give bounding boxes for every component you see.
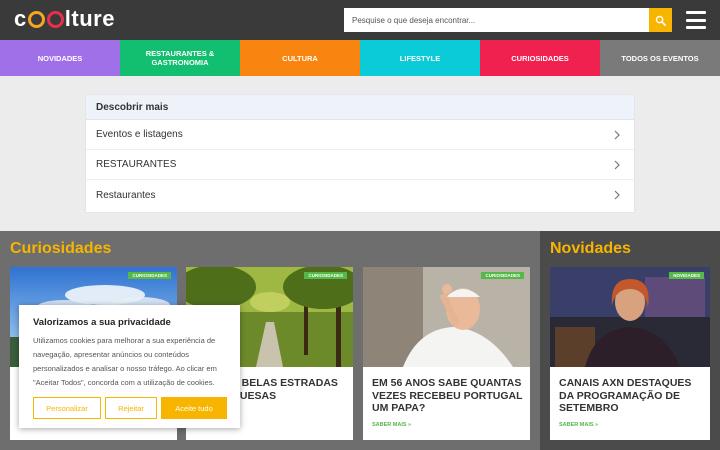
article-image bbox=[550, 267, 710, 367]
logo-prefix: c bbox=[14, 6, 27, 31]
read-more-link[interactable]: SABER MAIS » bbox=[559, 422, 598, 428]
category-badge[interactable]: CURIOSIDADES bbox=[481, 272, 524, 279]
cookie-text: Utilizamos cookies para melhorar a sua e… bbox=[33, 336, 217, 387]
menu-bar bbox=[686, 18, 706, 22]
discover-more-panel: Descobrir mais Eventos e listagens RESTA… bbox=[85, 94, 635, 213]
nav-item-curiosidades[interactable]: CURIOSIDADES bbox=[480, 40, 600, 76]
cookie-title: Valorizamos a sua privacidade bbox=[33, 317, 171, 328]
article-title[interactable]: EM 56 ANOS SABE QUANTAS VEZES RECEBEU PO… bbox=[372, 377, 524, 415]
category-nav: NOVIDADES RESTAURANTES & GASTRONOMIA CUL… bbox=[0, 40, 720, 76]
nav-item-lifestyle[interactable]: LIFESTYLE bbox=[360, 40, 480, 76]
site-header: c lture bbox=[0, 0, 720, 40]
chevron-right-icon bbox=[614, 130, 620, 139]
logo-suffix: lture bbox=[64, 6, 115, 31]
cookie-consent-banner: Valorizamos a sua privacidade Utilizamos… bbox=[19, 305, 240, 428]
discover-item-eventos[interactable]: Eventos e listagens bbox=[86, 120, 634, 150]
article-card[interactable]: NOVIDADES CANAIS AXN DESTAQUES DA PROGRA… bbox=[550, 267, 710, 440]
menu-bar bbox=[686, 26, 706, 29]
category-badge[interactable]: CURIOSIDADES bbox=[128, 272, 171, 279]
discover-item-label: Restaurantes bbox=[96, 189, 156, 201]
article-title[interactable]: CANAIS AXN DESTAQUES DA PROGRAMAÇÃO DE S… bbox=[559, 377, 707, 415]
hamburger-menu-icon[interactable] bbox=[686, 11, 706, 29]
cookie-buttons: Personalizar Rejeitar Aceite tudo bbox=[33, 397, 227, 419]
nav-item-todos-os-eventos[interactable]: TODOS OS EVENTOS bbox=[600, 40, 720, 76]
search-input[interactable] bbox=[344, 8, 649, 32]
customize-cookies-button[interactable]: Personalizar bbox=[33, 397, 101, 419]
discover-more-title: Descobrir mais bbox=[86, 95, 634, 120]
article-image bbox=[363, 267, 530, 367]
accept-all-cookies-button[interactable]: Aceite tudo bbox=[161, 397, 227, 419]
discover-item-restaurantes[interactable]: Restaurantes bbox=[86, 180, 634, 210]
site-logo[interactable]: c lture bbox=[14, 6, 115, 32]
novidades-section-title[interactable]: Novidades bbox=[550, 240, 631, 258]
category-badge[interactable]: NOVIDADES bbox=[669, 272, 704, 279]
nav-item-restaurantes-gastronomia[interactable]: RESTAURANTES & GASTRONOMIA bbox=[120, 40, 240, 76]
reject-cookies-button[interactable]: Rejeitar bbox=[105, 397, 157, 419]
nav-item-novidades[interactable]: NOVIDADES bbox=[0, 40, 120, 76]
discover-item-restaurantes-upper[interactable]: RESTAURANTES bbox=[86, 150, 634, 180]
category-badge[interactable]: CURIOSIDADES bbox=[304, 272, 347, 279]
article-card[interactable]: CURIOSIDADES EM 56 ANOS SABE QUANTAS VEZ… bbox=[363, 267, 530, 440]
menu-bar bbox=[686, 11, 706, 14]
discover-item-label: Eventos e listagens bbox=[96, 129, 183, 140]
discover-item-label: RESTAURANTES bbox=[96, 159, 177, 170]
logo-ring-red bbox=[46, 10, 64, 28]
chevron-right-icon bbox=[614, 160, 620, 169]
logo-ring-yellow bbox=[27, 10, 45, 28]
curiosidades-section-title[interactable]: Curiosidades bbox=[10, 240, 111, 258]
read-more-link[interactable]: SABER MAIS » bbox=[372, 422, 411, 428]
search-icon bbox=[655, 15, 666, 26]
nav-item-cultura[interactable]: CULTURA bbox=[240, 40, 360, 76]
search-button[interactable] bbox=[649, 8, 672, 32]
chevron-right-icon bbox=[614, 190, 620, 200]
